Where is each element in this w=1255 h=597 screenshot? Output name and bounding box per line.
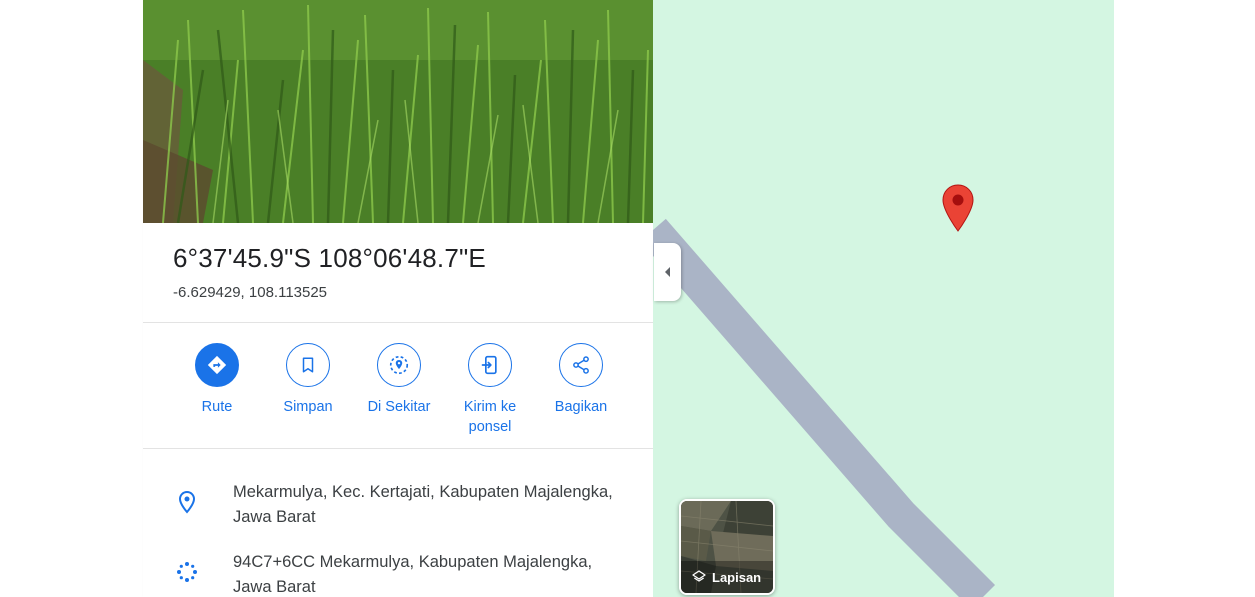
layers-icon <box>692 570 706 582</box>
decimal-coordinates[interactable]: -6.629429, 108.113525 <box>173 284 327 301</box>
share-button[interactable]: Bagikan <box>535 343 627 417</box>
location-pin-icon <box>178 490 196 514</box>
page-margin-left <box>0 0 143 597</box>
directions-button[interactable]: Rute <box>171 343 263 417</box>
directions-label: Rute <box>201 399 233 415</box>
address-row[interactable]: Mekarmulya, Kec. Kertajati, Kabupaten Ma… <box>143 478 653 534</box>
send-to-phone-label: Kirim ke ponsel <box>463 399 517 435</box>
nearby-label: Di Sekitar <box>367 399 431 415</box>
bookmark-icon <box>286 343 330 387</box>
layers-label: Lapisan <box>712 569 762 585</box>
layers-button[interactable]: Lapisan <box>679 499 775 595</box>
address-text: Mekarmulya, Kec. Kertajati, Kabupaten Ma… <box>233 483 613 526</box>
share-label: Bagikan <box>554 399 608 415</box>
place-panel: 6°37'45.9"S 108°06'48.7"E -6.629429, 108… <box>143 0 653 597</box>
grass-photo-art <box>143 0 653 223</box>
directions-icon <box>195 343 239 387</box>
save-label: Simpan <box>283 399 333 415</box>
divider <box>143 322 653 323</box>
save-button[interactable]: Simpan <box>262 343 354 417</box>
nearby-icon <box>377 343 421 387</box>
divider <box>143 448 653 449</box>
page-margin-right <box>1114 0 1255 597</box>
nearby-button[interactable]: Di Sekitar <box>353 343 445 417</box>
plus-code-row[interactable]: 94C7+6CC Mekarmulya, Kabupaten Majalengk… <box>143 548 653 597</box>
chevron-left-icon <box>664 267 670 277</box>
send-to-phone-icon <box>468 343 512 387</box>
share-icon <box>559 343 603 387</box>
place-photo[interactable] <box>143 0 653 223</box>
send-to-phone-button[interactable]: Kirim ke ponsel <box>444 343 536 437</box>
layers-label-group: Lapisan <box>691 569 761 585</box>
location-marker-icon[interactable] <box>941 184 975 232</box>
place-title: 6°37'45.9"S 108°06'48.7"E <box>173 243 486 273</box>
plus-code-text: 94C7+6CC Mekarmulya, Kabupaten Majalengk… <box>233 553 593 596</box>
action-bar: Rute Simpan Di Sekitar Kirim ke ponsel B… <box>171 343 641 443</box>
collapse-panel-button[interactable] <box>654 243 681 301</box>
plus-code-icon <box>177 562 197 582</box>
